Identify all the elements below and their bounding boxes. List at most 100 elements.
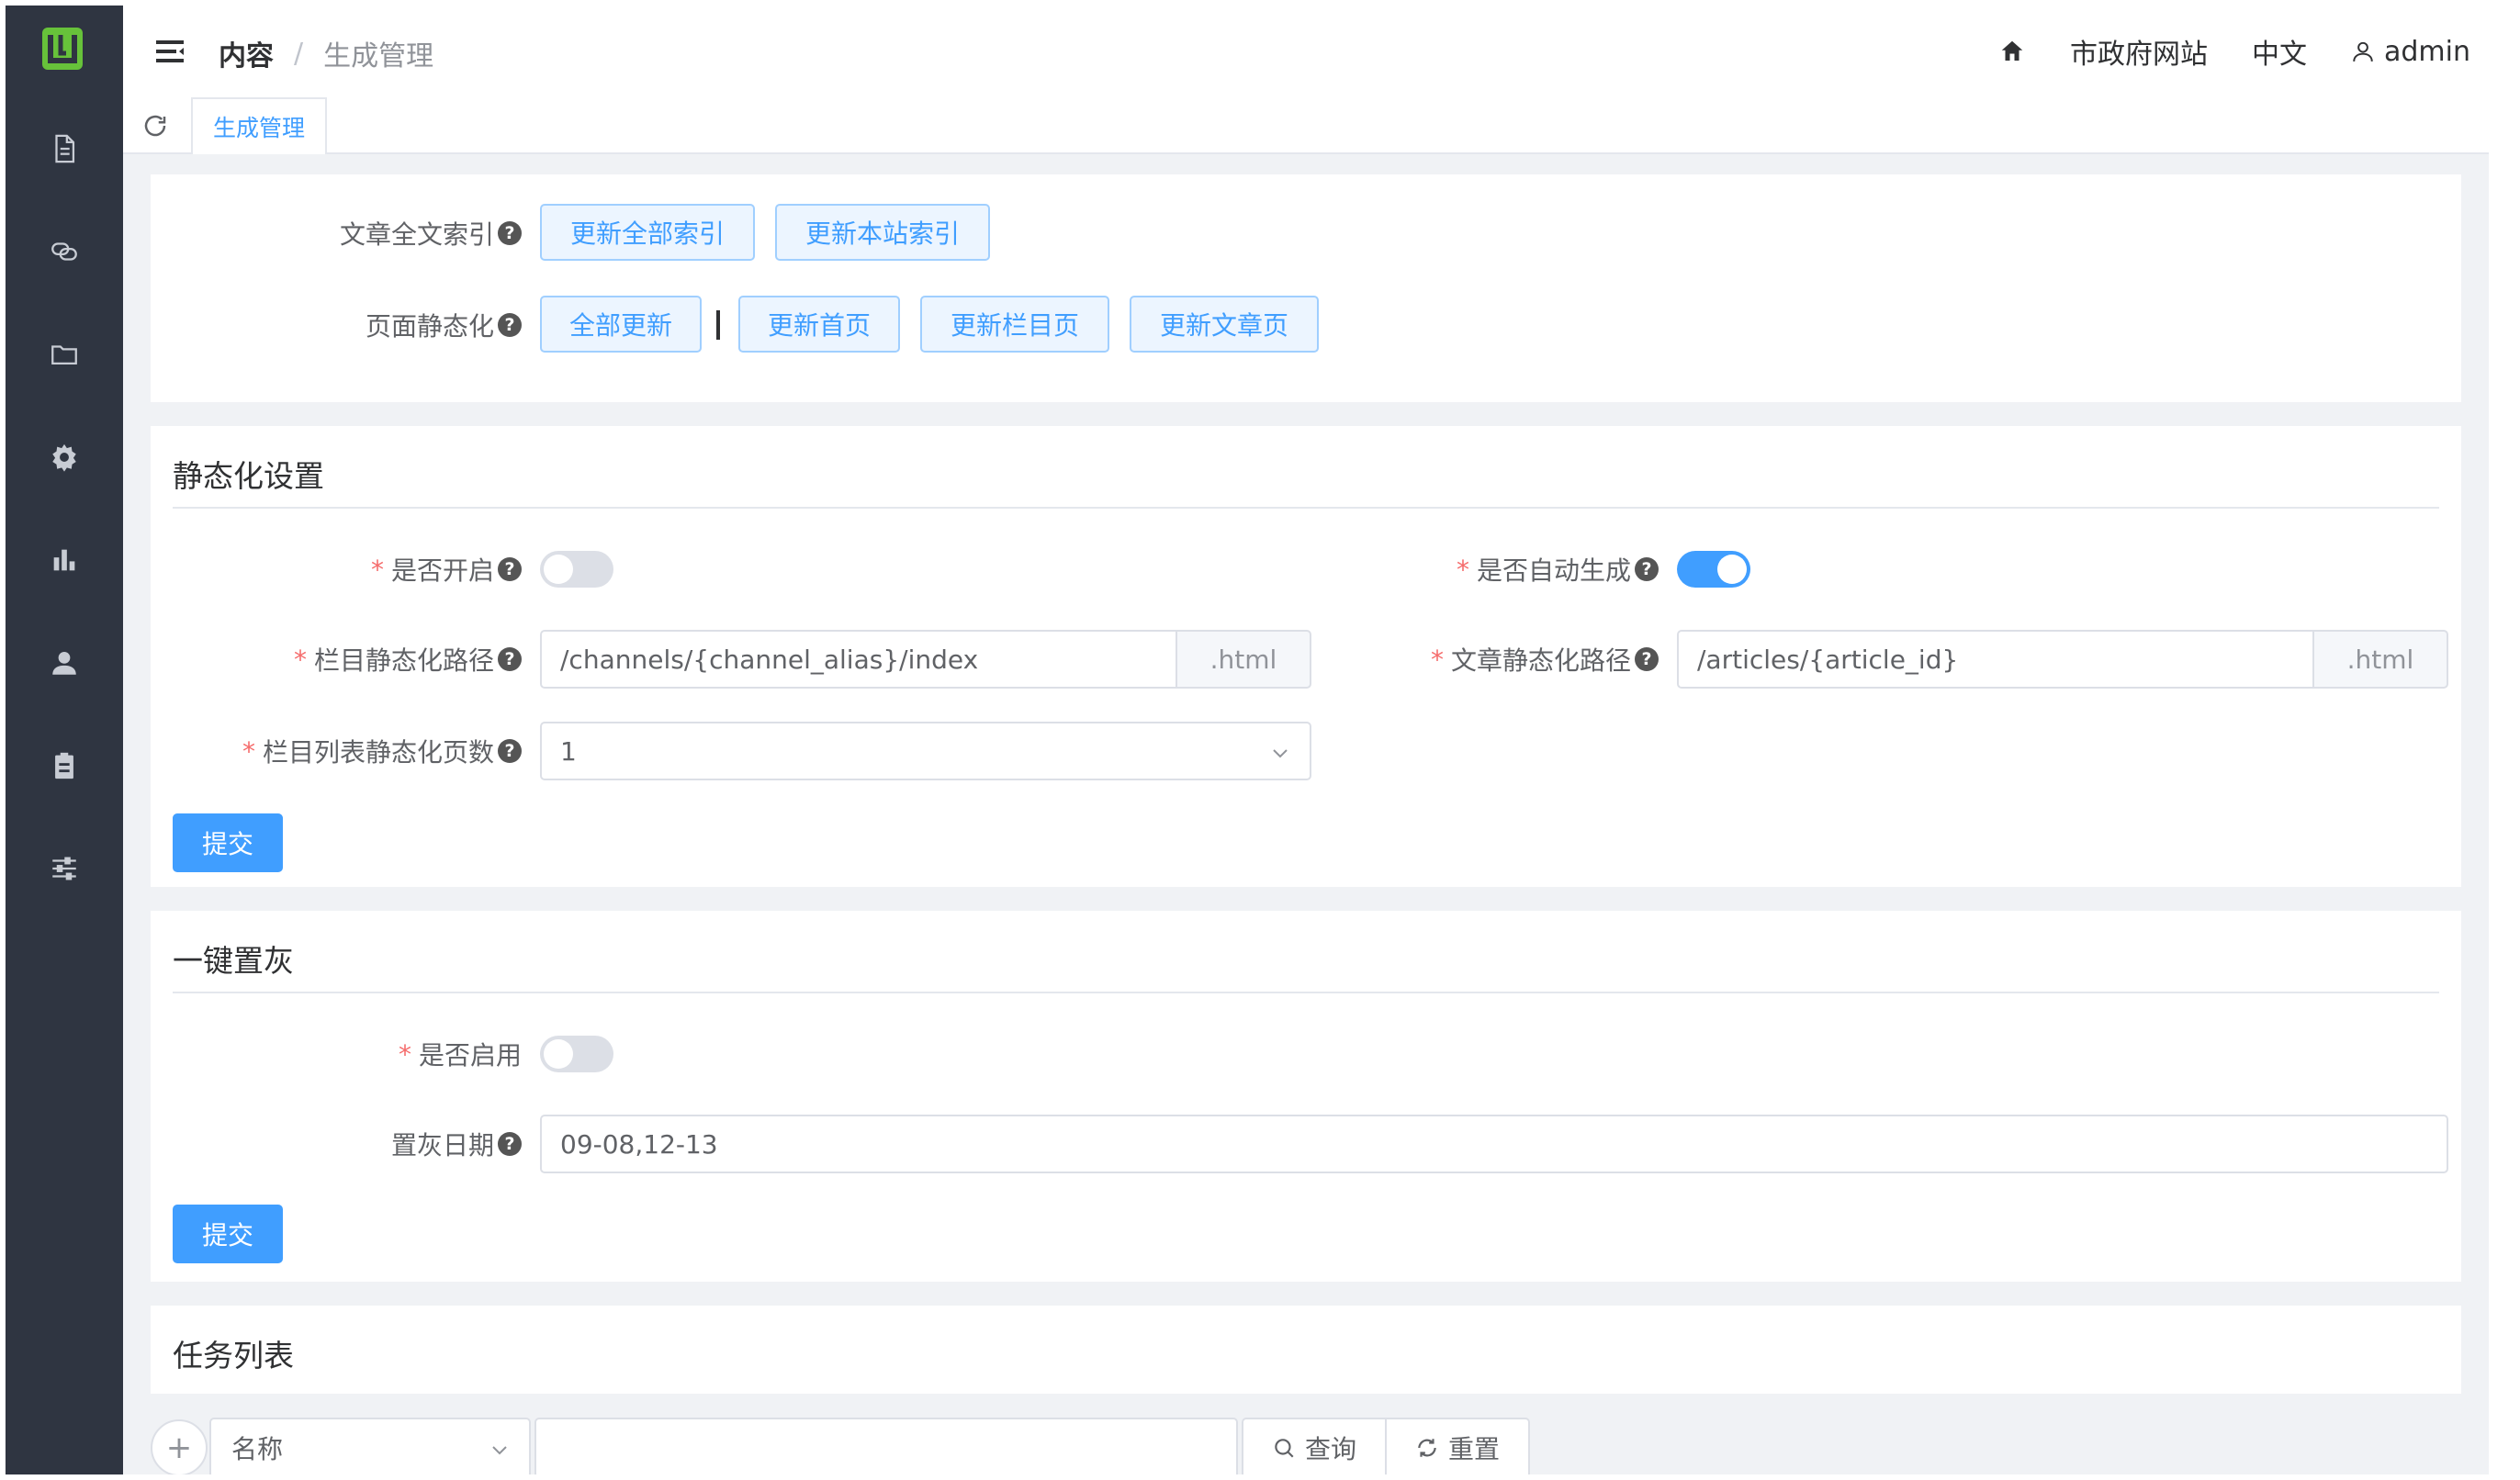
enable-static-label-text: 是否开启 (390, 555, 494, 586)
sidebar-item-content[interactable] (6, 97, 123, 200)
channel-path-suffix: .html (1176, 630, 1311, 689)
static-page-label: 页面静态化? (173, 296, 522, 354)
tasks-card: 任务列表 (151, 1306, 2461, 1394)
static-settings-title: 静态化设置 (173, 458, 324, 494)
plus-icon: + (165, 1430, 193, 1466)
help-icon[interactable]: ? (498, 1132, 522, 1156)
tasks-title: 任务列表 (173, 1338, 294, 1373)
language-switcher[interactable]: 中文 (2252, 31, 2307, 72)
static-submit-button[interactable]: 提交 (173, 813, 283, 872)
update-all-index-button[interactable]: 更新全部索引 (540, 204, 755, 261)
sidebar-item-logs[interactable] (6, 714, 123, 817)
gear-icon (52, 443, 76, 472)
sidebar-item-system[interactable] (6, 817, 123, 920)
top-header: 内容 / 生成管理 市政府网站 中文 admin (123, 6, 2489, 97)
help-icon[interactable]: ? (498, 313, 522, 337)
update-site-index-button[interactable]: 更新本站索引 (775, 204, 990, 261)
reset-label: 重置 (1447, 1434, 1500, 1464)
link-icon (51, 242, 77, 261)
sidebar-item-links[interactable] (6, 200, 123, 303)
help-icon[interactable]: ? (1635, 647, 1659, 671)
sidebar-item-files[interactable] (6, 303, 123, 406)
site-switcher[interactable]: 市政府网站 (2070, 31, 2208, 72)
switch-knob (544, 1039, 573, 1069)
gray-date-label-text: 置灰日期 (390, 1130, 494, 1160)
channel-path-field: /channels/{channel_alias}/index .html (540, 630, 1311, 689)
enable-static-switch[interactable] (540, 551, 613, 588)
breadcrumb-item-content[interactable]: 内容 (219, 33, 274, 73)
clipboard-icon (55, 752, 73, 779)
button-separator (716, 310, 720, 340)
gray-submit-button[interactable]: 提交 (173, 1205, 283, 1263)
reset-button[interactable]: 重置 (1385, 1418, 1530, 1474)
user-menu[interactable]: admin (2351, 36, 2470, 68)
search-field-select[interactable]: 名称 (209, 1418, 531, 1474)
user-outline-icon (2353, 41, 2373, 62)
home-icon (2001, 40, 2023, 61)
sliders-icon (52, 857, 76, 880)
help-icon[interactable]: ? (498, 647, 522, 671)
gray-date-input[interactable]: 09-08,12-13 (540, 1115, 2448, 1173)
help-icon[interactable]: ? (498, 221, 522, 245)
fulltext-index-label-text: 文章全文索引 (339, 219, 494, 250)
gray-date-label: 置灰日期? (173, 1115, 522, 1173)
header-right: 市政府网站 中文 admin (1998, 6, 2470, 97)
list-pages-select[interactable]: 1 (540, 722, 1311, 780)
chevron-down-icon (1273, 749, 1288, 758)
channel-path-input[interactable]: /channels/{channel_alias}/index (540, 630, 1176, 689)
sidebar-item-stats[interactable] (6, 509, 123, 611)
search-field-value: 名称 (231, 1434, 284, 1464)
sidebar-item-settings[interactable] (6, 406, 123, 509)
search-icon (1275, 1439, 1294, 1458)
auto-generate-label-text: 是否自动生成 (1476, 555, 1631, 586)
bar-chart-icon (53, 549, 75, 571)
reset-icon (1418, 1439, 1436, 1457)
update-article-button[interactable]: 更新文章页 (1130, 296, 1319, 353)
breadcrumb: 内容 / 生成管理 (219, 33, 433, 73)
task-search-row: + 名称 查询 重置 (151, 1418, 2461, 1474)
article-path-input[interactable]: /articles/{article_id} (1677, 630, 2312, 689)
search-input[interactable] (534, 1418, 1238, 1474)
auto-generate-switch[interactable] (1677, 551, 1750, 588)
refresh-icon[interactable] (141, 112, 169, 140)
app-frame: 内容 / 生成管理 市政府网站 中文 admin 生成管理 文章全文索引? 更新… (6, 6, 2489, 1474)
tags-bar: 生成管理 (123, 97, 2489, 154)
sidebar (6, 6, 123, 1474)
enable-static-label: * 是否开启? (173, 540, 522, 599)
query-button[interactable]: 查询 (1242, 1418, 1387, 1474)
gray-card: 一键置灰 * 是否启用 置灰日期? 09-08,12-13 提交 (151, 911, 2461, 1282)
help-icon[interactable]: ? (1635, 557, 1659, 581)
breadcrumb-separator: / (294, 37, 304, 70)
index-card: 文章全文索引? 更新全部索引 更新本站索引 页面静态化? 全部更新 更新首页 更… (151, 174, 2461, 402)
user-name: admin (2384, 35, 2470, 68)
home-button[interactable] (1998, 38, 2026, 65)
switch-knob (544, 555, 573, 584)
article-path-label: * 文章静态化路径? (1310, 630, 1659, 689)
divider (173, 992, 2439, 993)
help-icon[interactable]: ? (498, 557, 522, 581)
fulltext-index-label: 文章全文索引? (173, 204, 522, 263)
menu-toggle-icon[interactable] (156, 39, 184, 64)
switch-knob (1717, 555, 1747, 584)
article-path-label-text: 文章静态化路径 (1450, 645, 1631, 676)
main-content: 文章全文索引? 更新全部索引 更新本站索引 页面静态化? 全部更新 更新首页 更… (123, 154, 2489, 1474)
update-home-button[interactable]: 更新首页 (738, 296, 900, 353)
gray-enable-switch[interactable] (540, 1036, 613, 1072)
gray-enable-label: * 是否启用 (173, 1025, 522, 1083)
list-pages-label: * 栏目列表静态化页数? (173, 722, 522, 780)
gray-enable-label-text: 是否启用 (418, 1040, 522, 1071)
add-button[interactable]: + (151, 1419, 208, 1474)
list-pages-value: 1 (560, 735, 577, 767)
logo-icon (42, 28, 83, 70)
update-all-button[interactable]: 全部更新 (540, 296, 702, 353)
list-pages-label-text: 栏目列表静态化页数 (262, 737, 494, 768)
folder-icon (51, 345, 77, 365)
user-icon (52, 651, 76, 675)
help-icon[interactable]: ? (498, 739, 522, 763)
sidebar-item-users[interactable] (6, 611, 123, 714)
document-icon (55, 134, 75, 163)
update-channel-button[interactable]: 更新栏目页 (920, 296, 1109, 353)
tab-generate-management[interactable]: 生成管理 (191, 97, 328, 154)
chevron-down-icon (492, 1446, 507, 1455)
breadcrumb-item-current: 生成管理 (323, 40, 434, 73)
